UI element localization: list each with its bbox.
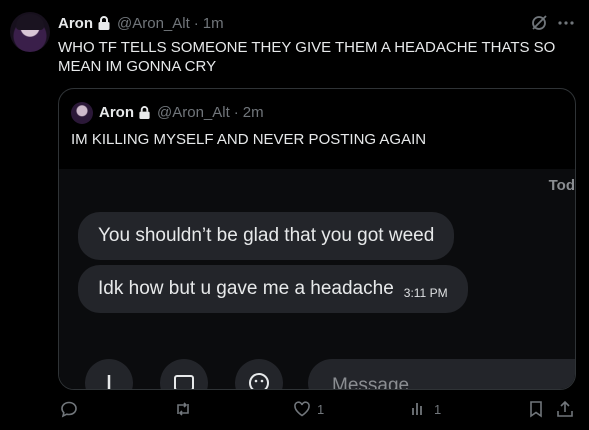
- gif-icon: [174, 375, 194, 389]
- repost-icon: [177, 402, 189, 416]
- separator: ·: [233, 104, 239, 121]
- quote-avatar[interactable]: [71, 102, 93, 124]
- emoji-icon: [249, 373, 269, 389]
- share-icon: [557, 400, 573, 417]
- views-button[interactable]: 1: [410, 400, 441, 418]
- post-time[interactable]: 1m: [203, 15, 224, 32]
- post-header: Aron @Aron_Alt · 1m: [58, 14, 224, 32]
- message-text: You shouldn’t be glad that you got weed: [98, 225, 435, 246]
- lock-icon: [139, 106, 150, 119]
- quote-author-handle: @Aron_Alt: [157, 104, 230, 121]
- message-input: Message: [308, 359, 575, 389]
- message-text: Idk how but u gave me a headache: [98, 278, 394, 299]
- reply-button[interactable]: [60, 400, 84, 418]
- day-label: Tod: [548, 177, 575, 194]
- more-icon[interactable]: [557, 14, 575, 32]
- share-button[interactable]: [556, 400, 574, 418]
- quote-media-screenshot[interactable]: Tod You shouldn’t be glad that you got w…: [59, 169, 575, 389]
- grok-icon[interactable]: [530, 14, 548, 32]
- quote-text: IM KILLING MYSELF AND NEVER POSTING AGAI…: [71, 131, 427, 148]
- gif-button: [160, 359, 208, 389]
- plus-icon: [107, 375, 111, 389]
- like-icon: [294, 401, 310, 417]
- author-handle[interactable]: @Aron_Alt: [117, 15, 190, 32]
- quote-author-name: Aron: [99, 104, 134, 121]
- bookmark-button[interactable]: [527, 400, 545, 418]
- views-count: 1: [434, 401, 442, 417]
- action-bar: 1 1: [58, 400, 578, 422]
- quote-time: 2m: [242, 104, 264, 121]
- author-name[interactable]: Aron: [58, 15, 93, 32]
- views-icon: [412, 403, 422, 415]
- plus-button: [85, 359, 133, 389]
- like-button[interactable]: 1: [293, 400, 324, 418]
- quote-header: Aron @Aron_Alt · 2m: [99, 104, 264, 121]
- like-count: 1: [317, 401, 325, 417]
- lock-icon: [98, 16, 110, 30]
- emoji-button: [235, 359, 283, 389]
- message-bubble: You shouldn’t be glad that you got weed: [78, 212, 455, 260]
- message-time: 3:11 PM: [403, 286, 448, 300]
- bookmark-icon: [530, 401, 542, 418]
- separator: ·: [193, 14, 199, 32]
- post-text: WHO TF TELLS SOMEONE THEY GIVE THEM A HE…: [58, 39, 556, 75]
- quoted-post[interactable]: Aron @Aron_Alt · 2m IM KILLING MYSELF AN…: [58, 88, 576, 390]
- repost-button[interactable]: [174, 400, 198, 418]
- reply-icon: [61, 401, 77, 418]
- message-bubble: Idk how but u gave me a headache 3:11 PM: [78, 265, 468, 313]
- avatar[interactable]: [10, 12, 50, 52]
